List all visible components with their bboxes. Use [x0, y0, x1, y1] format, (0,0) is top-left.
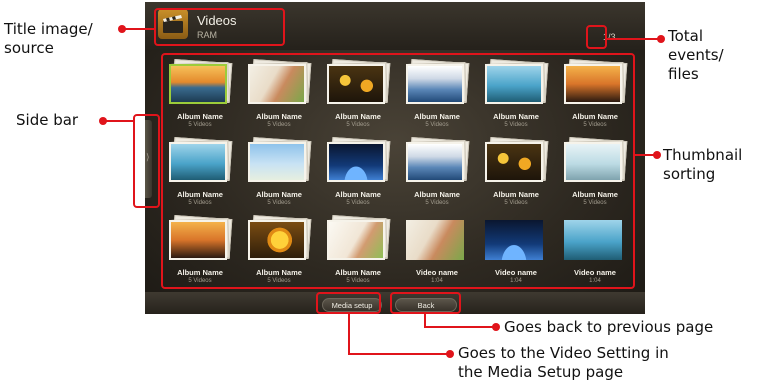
sidebar-dot — [99, 117, 107, 125]
media-setup-highlight-box — [316, 292, 381, 314]
back-annotation: Goes back to previous page — [504, 318, 714, 336]
sidebar-connector — [103, 120, 133, 122]
sidebar-highlight-box — [133, 114, 160, 208]
title-annotation: Title image/ source — [4, 20, 93, 57]
title-highlight-box — [154, 8, 285, 46]
thumbnail-annotation: Thumbnail sorting — [663, 146, 743, 183]
back-dot — [492, 323, 500, 331]
grid-highlight-box — [161, 53, 635, 289]
back-highlight-box — [390, 292, 461, 314]
title-connector — [122, 28, 154, 30]
sidebar-annotation: Side bar — [16, 111, 79, 129]
media-dot — [446, 350, 454, 358]
media-annotation: Goes to the Video Setting in the Media S… — [458, 344, 669, 381]
media-connector-v — [348, 314, 350, 354]
thumbnail-dot — [653, 151, 661, 159]
back-connector-h — [424, 326, 496, 328]
page-count-highlight-box — [586, 25, 607, 49]
total-dot — [657, 35, 665, 43]
title-dot — [118, 25, 126, 33]
media-connector-h — [348, 353, 450, 355]
total-connector — [607, 38, 661, 40]
total-annotation: Total events/ files — [668, 27, 724, 83]
